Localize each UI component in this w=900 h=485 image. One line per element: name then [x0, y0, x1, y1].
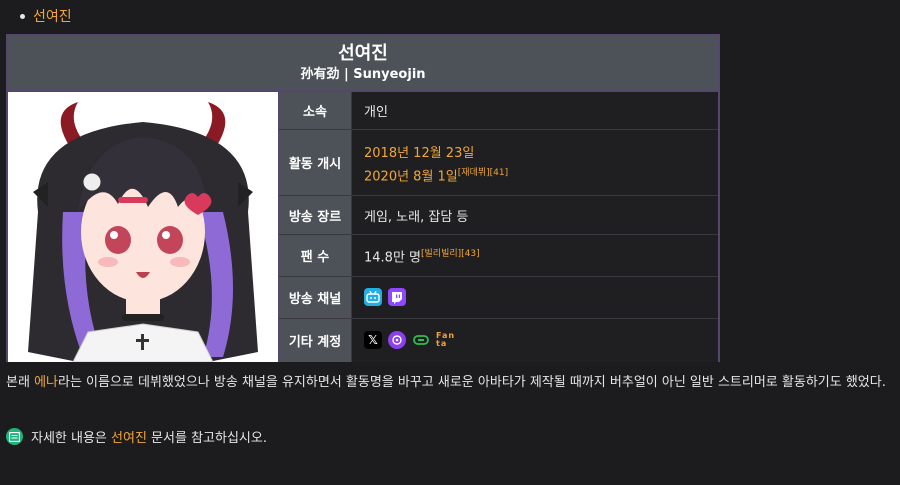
paragraph-text: 라는 이름으로 데뷔했었으나 방송 채널을 유지하면서 활동명을 바꾸고 새로운… — [57, 375, 886, 390]
paragraph-text: 본래 — [6, 375, 35, 390]
redebut-line: 2020년 8월 1일[재데뷔][41] — [364, 165, 706, 184]
redebut-date[interactable]: 2020년 8월 1일 — [364, 169, 458, 184]
row-fans: 팬 수 14.8만 명[빌리빌리][43] — [279, 235, 718, 277]
ena-link[interactable]: 에나 — [34, 375, 58, 390]
row-genre: 방송 장르 게임, 노래, 잡담 등 — [279, 196, 718, 236]
link-icon[interactable] — [412, 331, 430, 349]
see-also-link[interactable]: 선여진 — [111, 431, 147, 446]
infobox-header: 선여진 孙有劲 | Sunyeojin — [8, 36, 718, 92]
see-also-text: 자세한 내용은 — [31, 431, 112, 446]
footnote-ref[interactable]: [43] — [461, 249, 479, 259]
row-value: 14.8만 명[빌리빌리][43] — [352, 235, 718, 276]
twitch-icon[interactable] — [388, 288, 406, 307]
description-paragraph: 본래 에나라는 이름으로 데뷔했었으나 방송 채널을 유지하면서 활동명을 바꾸… — [6, 373, 894, 393]
row-value — [352, 276, 718, 318]
page: 선여진 선여진 孙有劲 | Sunyeojin 소속 개인 활동 개시 2018… — [0, 0, 900, 485]
bilibili-icon[interactable] — [364, 288, 382, 307]
avatar-image — [8, 92, 279, 362]
top-link[interactable]: 선여진 — [33, 6, 72, 26]
afreecatv-icon[interactable] — [388, 331, 406, 350]
see-also-notice: 자세한 내용은 선여진 문서를 참고하십시오. — [6, 427, 267, 446]
row-label: 방송 채널 — [279, 276, 352, 318]
row-debut: 활동 개시 2018년 12월 23일 2020년 8월 1일[재데뷔][41] — [279, 130, 718, 197]
footnote-ref[interactable]: [41] — [490, 168, 508, 178]
row-value: 2018년 12월 23일 2020년 8월 1일[재데뷔][41] — [352, 130, 718, 196]
row-affiliation: 소속 개인 — [279, 92, 718, 131]
row-label: 활동 개시 — [279, 130, 352, 196]
row-value: 𝕏 Fan ta — [352, 318, 718, 362]
row-value: 개인 — [352, 92, 718, 130]
footnote-ref[interactable]: [재데뷔] — [458, 168, 490, 178]
fan-count: 14.8만 명 — [364, 250, 421, 266]
debut-date[interactable]: 2018년 12월 23일 — [364, 142, 706, 161]
x-icon[interactable]: 𝕏 — [364, 331, 382, 350]
document-icon — [6, 428, 23, 445]
row-channel: 방송 채널 — [279, 276, 718, 319]
row-label: 팬 수 — [279, 235, 352, 276]
row-value: 게임, 노래, 잡담 등 — [352, 196, 718, 235]
top-list-item: 선여진 — [20, 6, 72, 26]
fanta-icon[interactable]: Fan ta — [436, 332, 458, 348]
infobox: 선여진 孙有劲 | Sunyeojin 소속 개인 활동 개시 2018년 12… — [6, 34, 720, 362]
row-label: 기타 계정 — [279, 318, 352, 362]
bullet-dot — [20, 13, 25, 19]
infobox-body: 소속 개인 활동 개시 2018년 12월 23일 2020년 8월 1일[재데… — [8, 92, 718, 362]
row-other-accounts: 기타 계정 𝕏 Fan ta — [279, 318, 718, 362]
see-also-text: 문서를 참고하십시오. — [146, 431, 267, 446]
infobox-rows: 소속 개인 활동 개시 2018년 12월 23일 2020년 8월 1일[재데… — [279, 92, 718, 362]
avatar-illustration — [8, 92, 278, 362]
row-label: 방송 장르 — [279, 196, 352, 235]
infobox-title: 선여진 — [338, 43, 388, 64]
footnote-ref[interactable]: [빌리빌리] — [421, 249, 461, 259]
row-label: 소속 — [279, 92, 352, 130]
infobox-subtitle: 孙有劲 | Sunyeojin — [300, 67, 426, 82]
